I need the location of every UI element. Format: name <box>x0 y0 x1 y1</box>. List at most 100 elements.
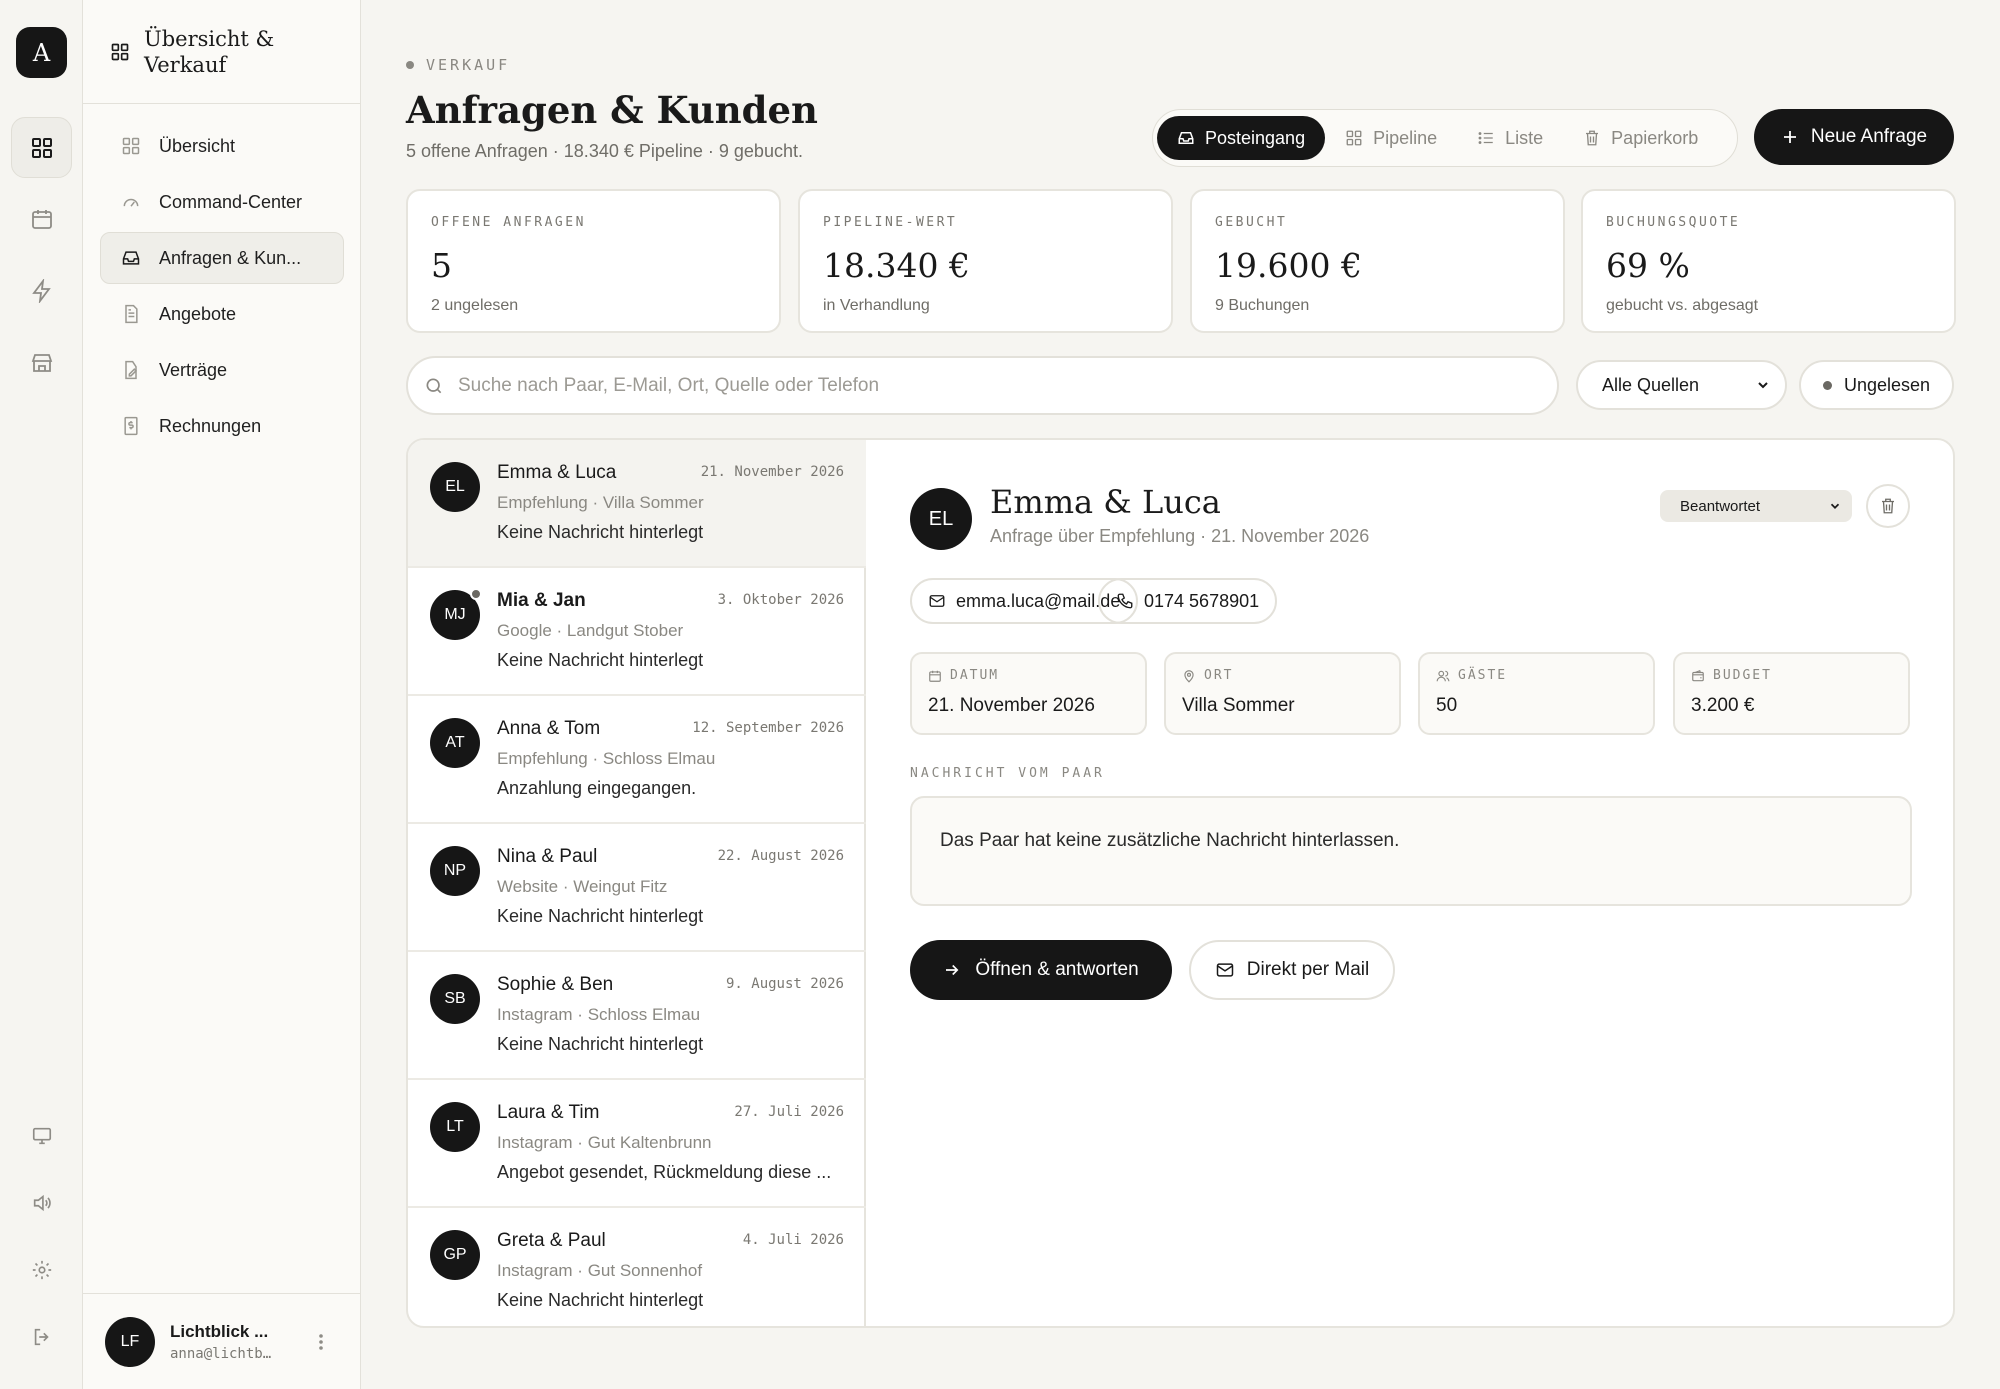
rail-store-button[interactable] <box>11 332 72 393</box>
plus-icon <box>1783 131 1796 143</box>
fact-label: ORT <box>1204 668 1234 683</box>
fact-date: DATUM 21. November 2026 <box>910 652 1147 735</box>
tab-liste[interactable]: Liste <box>1457 116 1563 160</box>
eyebrow-dot <box>406 61 414 69</box>
fact-label-row: DATUM <box>928 668 1145 683</box>
sidebar-nav: Übersicht Command-Center Anfragen & Kun.… <box>100 120 344 456</box>
rail-calendar-button[interactable] <box>11 188 72 249</box>
inquiry-message: Keine Nachricht hinterlegt <box>497 522 704 542</box>
stat-subtext: gebucht vs. abgesagt <box>1606 297 1759 314</box>
rail-sound-button[interactable] <box>11 1172 72 1233</box>
list-item[interactable]: SB Sophie & Ben 9. August 2026 Instagram… <box>408 952 866 1080</box>
sidebar-item-angebote[interactable]: Angebote <box>100 288 344 340</box>
sidebar-item-label: Angebote <box>159 303 237 324</box>
list-item[interactable]: AT Anna & Tom 12. September 2026 Empfehl… <box>408 696 866 824</box>
stat-value: 69 % <box>1606 246 1690 285</box>
stat-label: PIPELINE-WERT <box>823 215 958 230</box>
sidebar-item-anfragen[interactable]: Anfragen & Kun... <box>100 232 344 284</box>
fact-label-row: BUDGET <box>1691 668 1908 683</box>
list-item[interactable]: NP Nina & Paul 22. August 2026 Website ·… <box>408 824 866 952</box>
inquiry-date: 27. Juli 2026 <box>734 1104 844 1120</box>
source-select[interactable]: Alle Quellen <box>1576 360 1787 410</box>
sidebar-item-label: Command-Center <box>159 191 303 212</box>
stat-value: 18.340 € <box>823 246 970 285</box>
gauge-icon <box>123 198 139 207</box>
inquiry-meta: Website · Weingut Fitz <box>497 877 668 896</box>
fact-budget: BUDGET 3.200 € <box>1673 652 1910 735</box>
stat-card-pipeline: PIPELINE-WERT 18.340 € in Verhandlung <box>798 189 1173 333</box>
inquiry-name: Sophie & Ben <box>497 974 614 995</box>
avatar: LT <box>430 1102 480 1152</box>
fact-label-row: GÄSTE <box>1436 668 1653 683</box>
avatar: LF <box>105 1316 155 1367</box>
unread-dot <box>1822 380 1832 390</box>
avatar: GP <box>430 1230 480 1280</box>
inquiry-name: Nina & Paul <box>497 846 598 867</box>
status-select[interactable]: Beantwortet <box>1660 490 1852 522</box>
chevron-down-icon <box>1830 503 1840 509</box>
phone-chip[interactable]: 0174 5678901 <box>1098 578 1278 624</box>
inquiry-message: Anzahlung eingegangen. <box>497 778 697 798</box>
grid-icon <box>122 137 140 155</box>
inquiry-name: Laura & Tim <box>497 1102 600 1123</box>
rail-logout-button[interactable] <box>11 1306 72 1367</box>
avatar: EL <box>910 488 972 550</box>
fact-label: GÄSTE <box>1458 668 1508 683</box>
sidebar-item-vertraege[interactable]: Verträge <box>100 344 344 396</box>
sidebar-item-label: Übersicht <box>159 135 236 156</box>
section-eyebrow: VERKAUF <box>406 56 510 74</box>
inquiry-message: Keine Nachricht hinterlegt <box>497 1034 704 1054</box>
mail-icon <box>929 595 945 607</box>
sidebar-item-uebersicht[interactable]: Übersicht <box>100 120 344 172</box>
inquiry-message: Angebot gesendet, Rückmeldung diese ... <box>497 1162 832 1182</box>
sidebar-item-label: Rechnungen <box>159 415 262 436</box>
sidebar-item-label: Verträge <box>159 359 228 380</box>
inquiry-detail: EL Emma & Luca Anfrage über Empfehlung ·… <box>866 440 1953 1326</box>
search-input[interactable]: Suche nach Paar, E-Mail, Ort, Quelle ode… <box>406 356 1559 415</box>
list-item[interactable]: MJ Mia & Jan 3. Oktober 2026 Google · La… <box>408 568 866 696</box>
avatar: NP <box>430 846 480 896</box>
unread-filter-chip[interactable]: Ungelesen <box>1799 360 1954 410</box>
list-item[interactable]: EL Emma & Luca 21. November 2026 Empfehl… <box>408 440 866 568</box>
rail-settings-button[interactable] <box>11 1239 72 1300</box>
mail-direct-button[interactable]: Direkt per Mail <box>1189 940 1395 1000</box>
inquiry-date: 9. August 2026 <box>725 976 844 992</box>
couple-message: Das Paar hat keine zusätzliche Nachricht… <box>910 796 1912 906</box>
icon-rail: A <box>0 0 83 1389</box>
rail-display-button[interactable] <box>11 1105 72 1166</box>
sidebar-item-rechnungen[interactable]: Rechnungen <box>100 400 344 452</box>
mail-direct-label: Direkt per Mail <box>1246 959 1370 980</box>
new-inquiry-button[interactable]: Neue Anfrage <box>1754 109 1954 165</box>
wallet-icon <box>1692 669 1704 681</box>
app-logo[interactable]: A <box>16 27 67 78</box>
inquiry-meta: Google · Landgut Stober <box>497 621 684 640</box>
delete-button[interactable] <box>1866 484 1910 528</box>
inquiry-date: 21. November 2026 <box>700 464 844 480</box>
phone-icon <box>1117 593 1133 609</box>
rail-dashboard-button[interactable] <box>11 117 72 178</box>
sidebar: Übersicht & Verkauf Übersicht Command-Ce… <box>83 0 361 1389</box>
sidebar-header: Übersicht & Verkauf <box>83 0 360 104</box>
list-item[interactable]: GP Greta & Paul 4. Juli 2026 Instagram ·… <box>408 1208 866 1326</box>
detail-subtitle: Anfrage über Empfehlung · 21. November 2… <box>990 526 1370 546</box>
rail-automation-button[interactable] <box>11 260 72 321</box>
stat-label: GEBUCHT <box>1215 215 1288 230</box>
inquiry-meta: Empfehlung · Schloss Elmau <box>497 749 716 768</box>
sidebar-item-command-center[interactable]: Command-Center <box>100 176 344 228</box>
calendar-icon <box>31 209 52 229</box>
tab-papierkorb[interactable]: Papierkorb <box>1563 116 1718 160</box>
status-select-value: Beantwortet <box>1680 497 1761 515</box>
inquiry-date: 3. Oktober 2026 <box>717 592 844 608</box>
tab-pipeline[interactable]: Pipeline <box>1325 116 1457 160</box>
phone-value: 0174 5678901 <box>1144 590 1260 611</box>
more-vertical-icon[interactable] <box>318 1332 324 1352</box>
fact-label-row: ORT <box>1182 668 1399 683</box>
stat-value: 5 <box>431 246 452 285</box>
list-item[interactable]: LT Laura & Tim 27. Juli 2026 Instagram ·… <box>408 1080 866 1208</box>
user-profile[interactable]: LF Lichtblick ... anna@lichtb… <box>83 1293 361 1389</box>
contract-icon <box>125 360 138 380</box>
open-and-reply-button[interactable]: Öffnen & antworten <box>910 940 1172 1000</box>
tab-posteingang[interactable]: Posteingang <box>1157 116 1326 160</box>
tab-label: Liste <box>1505 127 1544 148</box>
stat-card-booked: GEBUCHT 19.600 € 9 Buchungen <box>1190 189 1565 333</box>
